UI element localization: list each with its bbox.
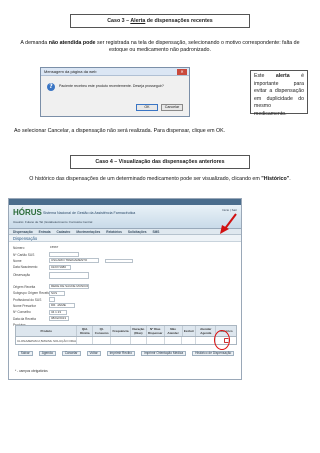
- voltar-button[interactable]: Voltar: [86, 351, 101, 356]
- conselho-input[interactable]: 34 1 23: [49, 309, 67, 315]
- case4-paragraph: O histórico das dispensações de um deter…: [10, 176, 310, 183]
- case4-para-bold: "Histórico": [261, 176, 290, 182]
- cancelar-button[interactable]: Cancelar: [61, 351, 81, 356]
- required-fields-note: * - campos obrigatórios: [15, 369, 48, 373]
- form-row: Observação: [13, 271, 237, 280]
- col-dias-dispensar: Nº Dias Dispensar: [147, 326, 165, 336]
- historico-dispensacao-button[interactable]: Histórico de Dispensação: [192, 351, 235, 356]
- confirm-dialog: Mensagem da página da web ✕ ? Paciente r…: [40, 67, 190, 117]
- field-label: Número: [13, 246, 25, 251]
- col-qt-consumo: Qt. Consumo: [93, 326, 112, 336]
- case3-para-part1: A demanda: [20, 40, 49, 46]
- imprimir-recibo-button[interactable]: Imprimir Recibo: [106, 351, 135, 356]
- note-bold: alerta: [275, 73, 290, 79]
- dialog-title: Mensagem da página da web: [41, 68, 189, 76]
- imprimir-orientacao-button[interactable]: Imprimir Orientação Médica: [140, 351, 187, 356]
- numero-value: 15567: [50, 245, 59, 249]
- case3-title-box: Caso 3 – Alerta de dispensações recentes: [70, 14, 250, 28]
- note-rest: é importante para evitar a dispensação e…: [254, 73, 304, 117]
- field-label: Nº Cartão SUS: [13, 252, 35, 257]
- origem-receita-select[interactable]: REDE DE SAÚDE MUNICIPAL: [49, 284, 89, 290]
- cell-excluir[interactable]: [182, 337, 197, 344]
- col-atender-agenda: Atender Agenda: [196, 326, 217, 336]
- field-label: Nome Prescritor: [13, 303, 37, 308]
- section-title: Dispensação: [9, 235, 241, 242]
- question-icon: ?: [47, 83, 55, 91]
- field-label: Data Nascimento: [13, 265, 38, 270]
- ok-button[interactable]: OK: [136, 104, 158, 111]
- field-label: Data da Receita: [13, 316, 36, 321]
- search-patient-button[interactable]: [105, 258, 133, 263]
- cell-dias-dispensar[interactable]: [147, 337, 165, 344]
- nav-item-sms[interactable]: SMS: [153, 230, 160, 234]
- profissional-input[interactable]: [49, 297, 55, 303]
- field-label: Nome: [13, 258, 22, 263]
- case4-title-box: Caso 4 – Visualização das dispensações a…: [70, 155, 250, 169]
- prescritor-input[interactable]: DR. JAIME: [49, 303, 75, 309]
- nav-item-solicitacoes[interactable]: Solicitações: [128, 230, 147, 234]
- agenda-button[interactable]: Agenda: [38, 351, 56, 356]
- col-nao-atender: Não Atender: [165, 326, 183, 336]
- cell-produto: CLONAZEPAM 2,5MG/ML SOLUÇÃO ORAL: [17, 337, 78, 344]
- alert-note-box: Este alerta é importante para evitar a d…: [250, 70, 308, 117]
- close-icon[interactable]: ✕: [177, 69, 187, 75]
- col-qtd-diaria: Qtd. Dirária: [77, 326, 94, 336]
- col-duracao: Duração (Dias): [131, 326, 147, 336]
- app-header: HÓRUS Sistema Nacional de Gestão da Assi…: [9, 205, 241, 229]
- note-prefix: Este: [254, 73, 276, 79]
- cell-duracao[interactable]: [131, 337, 147, 344]
- col-excluir: Excluir: [183, 326, 197, 336]
- case3-title-underlined: Alerta: [130, 18, 146, 24]
- nav-item-cadastro[interactable]: Cadastro: [57, 230, 71, 234]
- salvar-button[interactable]: Salvar: [17, 351, 33, 356]
- highlight-historico-column: [214, 330, 230, 350]
- nome-input[interactable]: USUÁRIO TREINAMENTO: [49, 258, 99, 264]
- table-header: Produto Qtd. Dirária Qt. Consumo Frequên…: [15, 325, 237, 337]
- horus-screenshot: HÓRUS Sistema Nacional de Gestão da Assi…: [8, 198, 242, 380]
- table-row: CLONAZEPAM 2,5MG/ML SOLUÇÃO ORAL: [15, 337, 237, 345]
- case4-para-part1: O histórico das dispensações de um deter…: [29, 176, 262, 182]
- nav-item-dispensacao[interactable]: Dispensação: [13, 230, 33, 234]
- cell-nao-atender[interactable]: [165, 337, 183, 344]
- field-label: Subgrupo Origem Receita: [13, 291, 50, 296]
- case3-paragraph: A demanda não atendida pode ser registra…: [14, 40, 306, 54]
- subgrupo-select[interactable]: SUS: [49, 290, 65, 296]
- cancel-button[interactable]: Cancelar: [161, 104, 183, 111]
- case4-para-end: .: [289, 176, 291, 182]
- field-label: Origem Receita: [13, 284, 36, 289]
- cell-qt-consumo[interactable]: [93, 337, 112, 344]
- cartao-sus-input[interactable]: [49, 252, 79, 258]
- col-produto: Produto: [16, 326, 78, 336]
- field-label: Profissional do SUS: [13, 297, 42, 302]
- cell-frequencia[interactable]: [111, 337, 131, 344]
- case3-title-suffix: de dispensações recentes: [145, 18, 213, 24]
- field-label: Nº Conselho: [13, 310, 31, 315]
- header-info: Usuário: Fulano de Tal | Estabelecimento…: [13, 220, 93, 224]
- highlight-arrow-icon: [220, 213, 237, 234]
- case3-title-prefix: Caso 3 –: [107, 18, 131, 24]
- action-buttons: Salvar Agenda Cancelar Voltar Imprimir R…: [15, 351, 237, 356]
- nav-item-entrada[interactable]: Entrada: [39, 230, 51, 234]
- nav-item-relatorios[interactable]: Relatórios: [106, 230, 122, 234]
- case3-after-text: Ao selecionar Cancelar, a dispensação nã…: [14, 128, 226, 134]
- brand-subtitle: Sistema Nacional de Gestão da Assistênci…: [43, 211, 136, 215]
- case3-para-part2: ser registrada na tela de dispensação, s…: [95, 40, 300, 53]
- dispensation-form: Número 15567 Nº Cartão SUS Nome USUÁRIO TR…: [9, 242, 241, 328]
- field-label: Observação: [13, 273, 31, 278]
- case3-para-bold: não atendida pode: [48, 40, 96, 46]
- nav-item-movimentacoes[interactable]: Movimentações: [76, 230, 100, 234]
- data-nascimento-input[interactable]: 01/07/1980: [49, 264, 71, 270]
- data-receita-input[interactable]: 08/02/2013: [49, 316, 69, 322]
- dialog-message: Paciente recebeu este produto recentemen…: [59, 84, 164, 88]
- observacao-input[interactable]: [49, 271, 89, 279]
- cell-qtd-diaria[interactable]: [77, 337, 94, 344]
- col-frequencia: Frequência: [111, 326, 131, 336]
- products-table: Produto Qtd. Dirária Qt. Consumo Frequên…: [15, 325, 237, 345]
- brand-logo: HÓRUS: [13, 208, 42, 217]
